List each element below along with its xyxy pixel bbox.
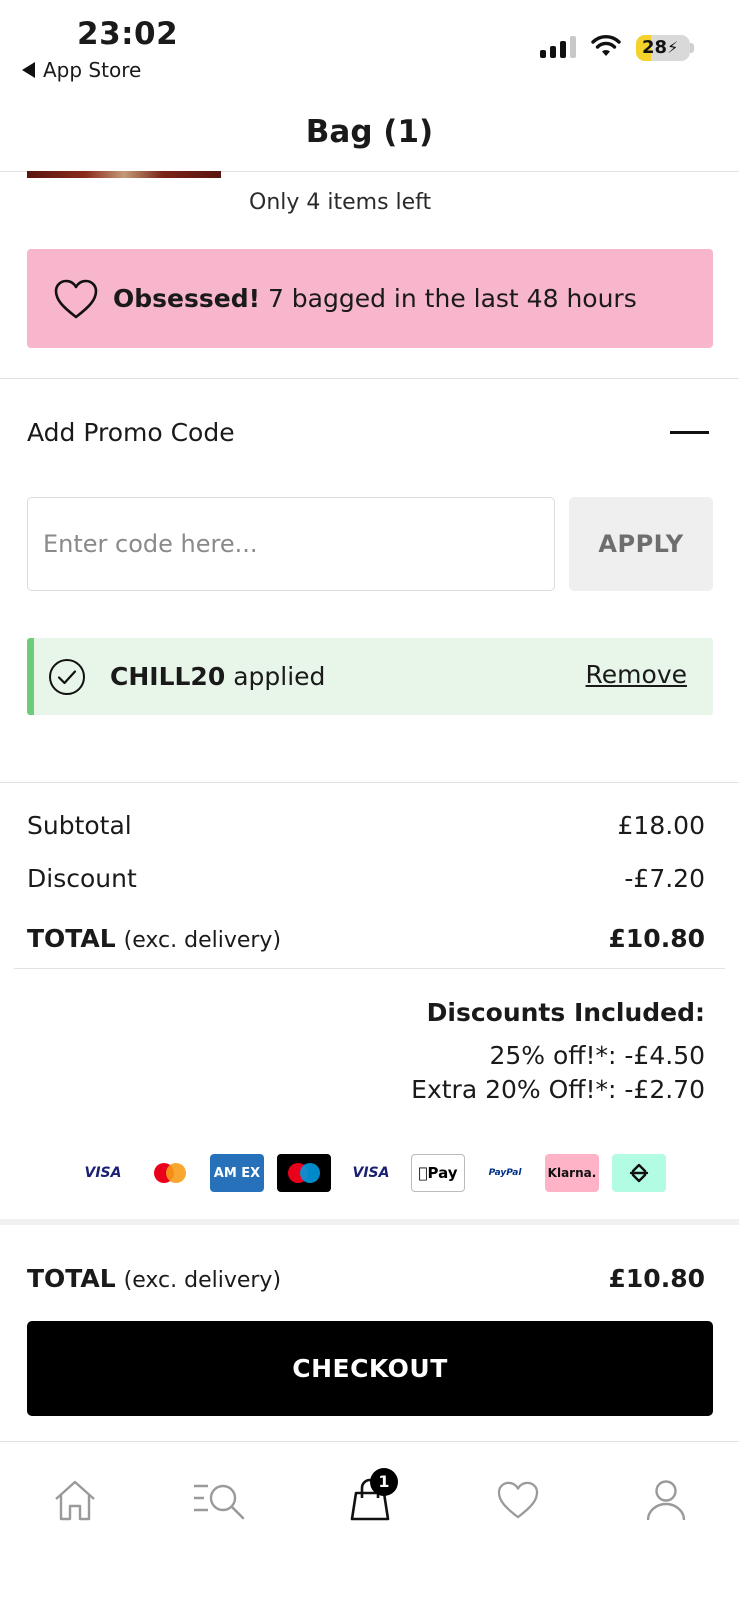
checkout-button[interactable]: CHECKOUT [27, 1321, 713, 1416]
discounts-heading: Discounts Included: [426, 998, 705, 1027]
status-bar: 23:02 App Store 28⚡ [0, 0, 739, 92]
subtotal-value: £18.00 [617, 811, 705, 840]
heart-outline-icon [54, 279, 98, 318]
check-circle-icon [49, 658, 85, 695]
footer-total-value: £10.80 [608, 1264, 705, 1293]
promo-applied-banner: CHILL20 applied Remove [27, 638, 713, 715]
divider [0, 378, 739, 379]
applied-suffix: applied [233, 662, 326, 691]
bag-count-badge: 1 [370, 1468, 398, 1496]
apply-button[interactable]: APPLY [569, 497, 713, 591]
promo-code-input[interactable] [27, 497, 555, 591]
wifi-icon [591, 35, 621, 56]
applied-code: CHILL20 [110, 662, 226, 691]
subtotal-row: Subtotal £18.00 [27, 811, 705, 840]
footer-total-label: TOTAL (exc. delivery) [27, 1264, 282, 1293]
paypal-icon: PayPal [478, 1154, 532, 1192]
account-icon [646, 1480, 686, 1521]
cellular-signal-icon [540, 36, 576, 58]
total-label: TOTAL (exc. delivery) [27, 924, 282, 953]
payment-methods: VISA AM EX VISA Pay PayPal Klarna. [76, 1154, 666, 1192]
collapse-minus-icon[interactable] [670, 431, 709, 434]
search-menu-icon [194, 1484, 245, 1520]
total-value: £10.80 [608, 924, 705, 953]
tab-home[interactable] [45, 1470, 105, 1530]
obsessed-text: Obsessed! 7 bagged in the last 48 hours [113, 284, 637, 313]
maestro-icon [277, 1154, 331, 1192]
tab-bag[interactable]: 1 [340, 1468, 400, 1530]
footer-total-row: TOTAL (exc. delivery) £10.80 [27, 1264, 705, 1293]
discounts-included: Discounts Included: 25% off!*: -£4.50 Ex… [411, 998, 705, 1107]
amex-icon: AM EX [210, 1154, 264, 1192]
obsessed-banner: Obsessed! 7 bagged in the last 48 hours [27, 249, 713, 348]
discount-row: Discount -£7.20 [27, 864, 705, 893]
mastercard-icon [143, 1154, 197, 1192]
section-divider [0, 1219, 739, 1225]
obsessed-detail: 7 bagged in the last 48 hours [267, 284, 637, 313]
tab-search[interactable] [190, 1470, 250, 1530]
page-title: Bag (1) [305, 114, 434, 150]
clearpay-icon [612, 1154, 666, 1192]
battery-percent: 28 [642, 37, 668, 58]
discount-value: -£7.20 [624, 864, 705, 893]
back-app-label: App Store [43, 58, 142, 82]
divider [14, 968, 725, 969]
discount-label: Discount [27, 864, 137, 893]
home-icon [55, 1480, 95, 1521]
heart-icon [497, 1481, 539, 1519]
back-triangle-icon [22, 62, 35, 78]
back-to-app-store[interactable]: App Store [22, 58, 141, 82]
remove-promo-link[interactable]: Remove [586, 660, 687, 689]
stock-note: Only 4 items left [249, 190, 432, 215]
visa-icon: VISA [76, 1154, 130, 1192]
visa-electron-icon: VISA [344, 1154, 398, 1192]
tab-account[interactable] [636, 1470, 696, 1530]
klarna-icon: Klarna. [545, 1154, 599, 1192]
divider [0, 782, 739, 783]
page-header: Bag (1) [0, 100, 739, 172]
obsessed-strong: Obsessed! [113, 284, 260, 313]
tab-wishlist[interactable] [488, 1470, 548, 1530]
bottom-tab-bar: 1 [0, 1441, 739, 1600]
total-row: TOTAL (exc. delivery) £10.80 [27, 924, 705, 953]
status-time: 23:02 [77, 16, 179, 52]
discount-line: 25% off!*: -£4.50 [489, 1041, 705, 1070]
apple-pay-icon: Pay [411, 1154, 465, 1192]
discount-line: Extra 20% Off!*: -£2.70 [411, 1075, 705, 1104]
battery-icon: 28⚡ [636, 35, 690, 61]
subtotal-label: Subtotal [27, 811, 132, 840]
applied-text: CHILL20 applied [110, 662, 325, 691]
promo-section-title[interactable]: Add Promo Code [27, 418, 235, 447]
product-image-edge[interactable] [27, 171, 221, 178]
